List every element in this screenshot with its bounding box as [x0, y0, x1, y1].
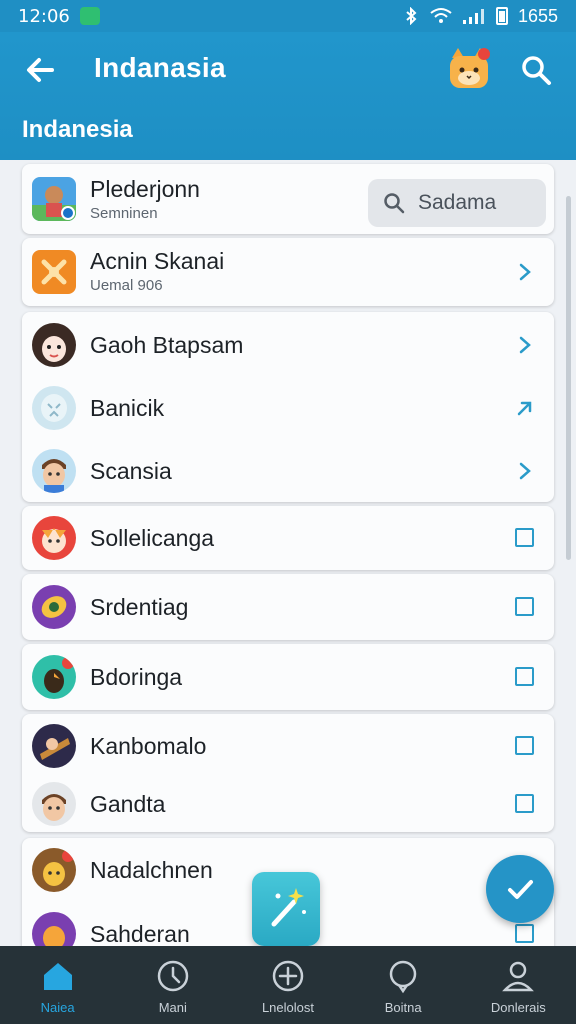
item-subtitle: Semninen — [90, 205, 158, 222]
signal-icon — [462, 9, 484, 24]
nav-tab-home[interactable]: Naiea — [0, 946, 115, 1024]
home-icon — [43, 963, 72, 990]
contact-avatar — [32, 848, 76, 892]
list-card: Plederjonn Semninen Sadama — [22, 164, 554, 234]
contact-avatar — [32, 386, 76, 430]
item-title: Kanbomalo — [90, 733, 207, 759]
checkmark-icon — [508, 880, 533, 899]
search-icon — [384, 193, 405, 214]
list-item[interactable]: Srdentiag — [22, 575, 554, 639]
item-title: Gaoh Btapsam — [90, 332, 244, 358]
list-item[interactable]: Banicik — [22, 376, 554, 440]
nav-tab-chat[interactable]: Boitna — [346, 946, 461, 1024]
list-item[interactable]: Gaoh Btapsam — [22, 313, 554, 377]
profile-mascot-button[interactable] — [446, 46, 492, 92]
magic-wand-button[interactable] — [252, 872, 320, 946]
status-right-text: 1655 — [517, 5, 558, 26]
confirm-button[interactable] — [486, 855, 554, 923]
list-item[interactable]: Plederjonn Semninen Sadama — [22, 167, 554, 231]
back-button[interactable] — [18, 48, 62, 92]
checkbox[interactable] — [515, 667, 534, 686]
clock-icon — [157, 960, 189, 992]
app-bar: Indanasia Indanesia — [0, 32, 576, 160]
app-avatar — [32, 177, 76, 221]
plus-circle-icon — [272, 960, 304, 992]
chevron-right-icon — [519, 462, 531, 480]
nav-tab-profile[interactable]: Donlerais — [461, 946, 576, 1024]
list-card: Gaoh Btapsam Banicik Scansia — [22, 312, 554, 502]
scrollbar[interactable] — [566, 196, 571, 560]
bluetooth-icon — [406, 7, 417, 25]
contact-avatar — [32, 585, 76, 629]
search-button[interactable] — [514, 48, 558, 92]
nav-tab-add[interactable]: Lnelolost — [230, 946, 345, 1024]
contact-avatar — [32, 516, 76, 560]
wifi-icon — [430, 8, 452, 23]
nav-label: Mani — [158, 1000, 187, 1015]
list-item[interactable]: Gandta — [22, 772, 554, 836]
list-item[interactable]: Kanbomalo — [22, 714, 554, 778]
list-item[interactable]: Acnin Skanai Uemal 906 — [22, 240, 554, 304]
item-title: Sahderan — [90, 921, 190, 947]
list-card: Bdoringa — [22, 644, 554, 710]
nav-tab-clock[interactable]: Mani — [115, 946, 230, 1024]
contact-avatar — [32, 323, 76, 367]
section-subtitle: Indanesia — [22, 116, 133, 143]
status-icons: 1655 — [402, 6, 558, 27]
list-card: Srdentiag — [22, 574, 554, 640]
item-title: Gandta — [90, 791, 166, 817]
status-bar: 12:06 1655 — [0, 0, 576, 32]
search-input[interactable]: Sadama — [368, 179, 546, 227]
list-item[interactable]: Scansia — [22, 439, 554, 503]
item-title: Banicik — [90, 395, 165, 421]
item-title: Nadalchnen — [90, 857, 213, 883]
magic-wand-icon — [271, 888, 306, 927]
item-subtitle: Uemal 906 — [90, 277, 163, 294]
arrow-up-right-icon — [517, 401, 532, 416]
app-avatar — [32, 250, 76, 294]
list-card: Acnin Skanai Uemal 906 — [22, 238, 554, 306]
search-label: Sadama — [418, 191, 497, 214]
list-item[interactable]: Bdoringa — [22, 645, 554, 709]
checkbox[interactable] — [515, 794, 534, 813]
page-title: Indanasia — [94, 52, 226, 83]
checkbox[interactable] — [515, 597, 534, 616]
checkbox[interactable] — [515, 736, 534, 755]
nav-label: Naiea — [40, 1000, 75, 1015]
item-title: Srdentiag — [90, 594, 189, 620]
checkbox[interactable] — [515, 924, 534, 943]
list-card: Sollelicanga — [22, 506, 554, 570]
item-title: Scansia — [90, 458, 172, 484]
item-title: Acnin Skanai — [90, 248, 225, 274]
battery-icon — [495, 7, 508, 25]
chevron-right-icon — [519, 263, 531, 281]
status-time: 12:06 — [18, 5, 70, 27]
item-title: Sollelicanga — [90, 525, 215, 551]
cat-icon — [450, 48, 490, 88]
nav-label: Boitna — [384, 1000, 422, 1015]
bottom-nav: Naiea Mani Lnelolost Boitna Donlerais — [0, 946, 576, 1024]
contact-avatar — [32, 655, 76, 699]
chat-bubble-icon — [389, 960, 417, 994]
list-item[interactable]: Sollelicanga — [22, 506, 554, 570]
item-title: Bdoringa — [90, 664, 183, 690]
notification-icon — [79, 7, 100, 25]
contact-avatar — [32, 724, 76, 768]
chevron-right-icon — [519, 336, 531, 354]
nav-label: Lnelolost — [261, 1000, 314, 1015]
nav-label: Donlerais — [490, 1000, 546, 1015]
contact-avatar — [32, 449, 76, 493]
checkbox[interactable] — [515, 528, 534, 547]
arrow-left-icon — [27, 58, 54, 82]
item-title: Plederjonn — [90, 176, 200, 202]
profile-icon — [502, 961, 535, 992]
search-icon — [522, 56, 551, 85]
contact-avatar — [32, 782, 76, 826]
list-card: Kanbomalo Gandta — [22, 714, 554, 832]
